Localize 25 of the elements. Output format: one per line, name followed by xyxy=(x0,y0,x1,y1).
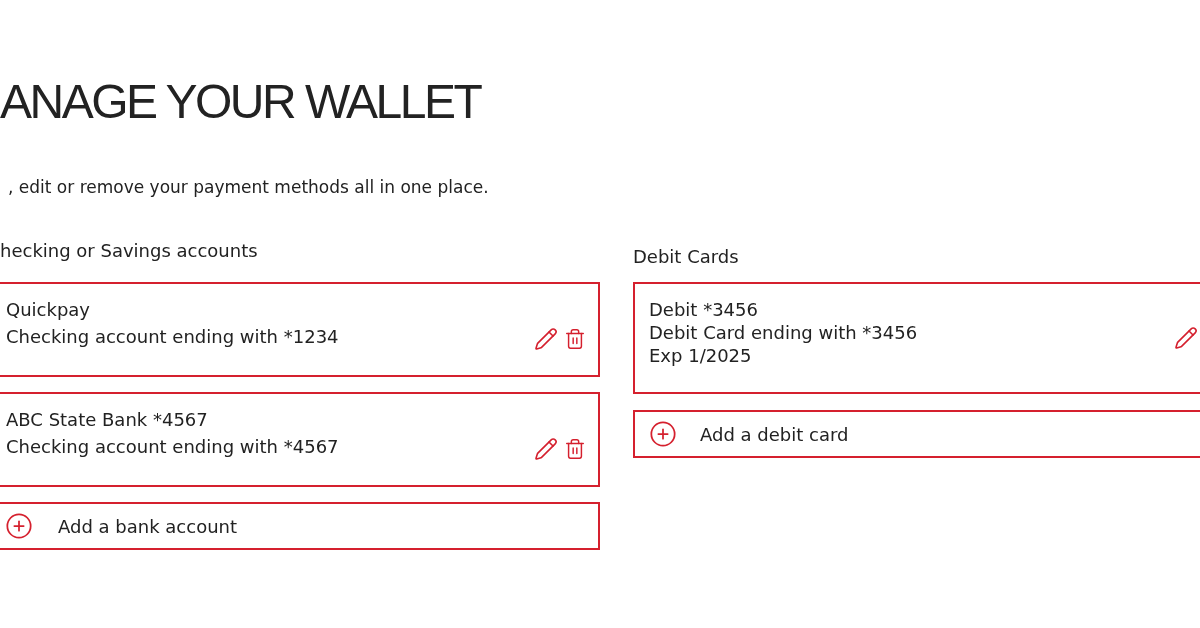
section-heading: hecking or Savings accounts xyxy=(0,239,258,263)
trash-icon xyxy=(564,438,586,460)
edit-button[interactable] xyxy=(534,437,558,461)
card-name: Debit *3456 xyxy=(649,298,758,321)
account-name: ABC State Bank *4567 xyxy=(6,408,208,432)
trash-icon xyxy=(564,328,586,350)
delete-button[interactable] xyxy=(564,438,586,460)
account-name: Quickpay xyxy=(6,298,90,322)
section-heading: Debit Cards xyxy=(633,245,739,269)
card-detail: Debit Card ending with *3456 xyxy=(649,321,918,344)
page-title: ANAGE YOUR WALLET xyxy=(0,78,481,126)
add-card-button[interactable]: Add a debit card xyxy=(633,410,1200,458)
add-account-button[interactable]: Add a bank account xyxy=(0,502,600,550)
edit-button[interactable] xyxy=(1174,326,1198,350)
page-subtitle: , edit or remove your payment methods all in one place. xyxy=(7,176,489,199)
delete-button[interactable] xyxy=(564,328,586,350)
card-detail: Exp 1/2025 xyxy=(649,344,752,367)
pencil-icon xyxy=(534,327,558,351)
pencil-icon xyxy=(534,437,558,461)
pencil-icon xyxy=(1174,326,1198,350)
edit-button[interactable] xyxy=(534,327,558,351)
account-detail: Checking account ending with *4567 xyxy=(6,435,339,459)
account-detail: Checking account ending with *1234 xyxy=(6,325,339,349)
plus-circle-icon xyxy=(5,512,33,540)
plus-circle-icon xyxy=(649,420,677,448)
